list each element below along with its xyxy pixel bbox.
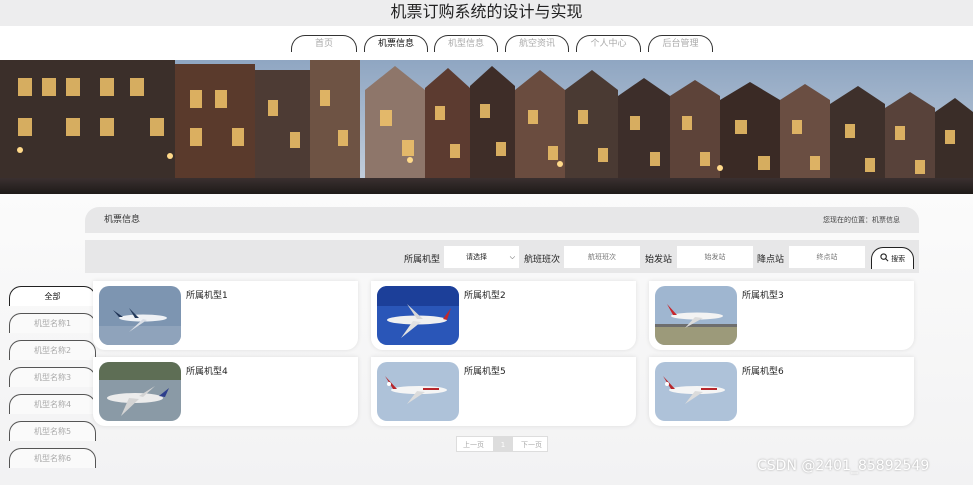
sidebar-item-all[interactable]: 全部 [9, 286, 96, 306]
origin-input[interactable] [677, 246, 753, 268]
page-title: 机票订购系统的设计与实现 [390, 2, 583, 21]
sidebar-item-model1[interactable]: 机型名称1 [9, 313, 96, 333]
nav-home[interactable]: 首页 [291, 35, 357, 52]
search-button-label: 搜索 [891, 255, 906, 263]
plane-image [377, 362, 459, 421]
nav-bar: 首页 机票信息 机型信息 航空资讯 个人中心 后台管理 [0, 26, 973, 60]
nav-aviation-news[interactable]: 航空资讯 [505, 35, 569, 52]
pagination: 上一页 1 下一页 [456, 436, 548, 452]
origin-label: 始发站 [645, 255, 673, 265]
ticket-card[interactable]: 所属机型1 [93, 281, 358, 350]
flight-input[interactable] [564, 246, 640, 268]
search-icon [880, 253, 889, 262]
ticket-card[interactable]: 所属机型4 [93, 357, 358, 426]
sidebar-item-model3[interactable]: 机型名称3 [9, 367, 96, 387]
ticket-card[interactable]: 所属机型3 [649, 281, 914, 350]
sidebar-item-model4[interactable]: 机型名称4 [9, 394, 96, 414]
card-label: 所属机型6 [742, 367, 784, 377]
search-button[interactable]: 搜索 [871, 247, 914, 269]
nav-admin[interactable]: 后台管理 [648, 35, 713, 52]
card-label: 所属机型1 [186, 291, 228, 301]
card-label: 所属机型4 [186, 367, 228, 377]
nav-personal-center[interactable]: 个人中心 [576, 35, 641, 52]
plane-image [99, 286, 181, 345]
breadcrumb-title: 机票信息 [104, 215, 141, 225]
card-label: 所属机型2 [464, 291, 506, 301]
model-select-value: 请选择 [466, 253, 487, 261]
flight-label: 航班班次 [524, 255, 561, 265]
header-bar: 机票订购系统的设计与实现 [0, 0, 973, 26]
current-page[interactable]: 1 [493, 437, 513, 451]
dest-input[interactable] [789, 246, 865, 268]
chevron-down-icon: ⌵ [509, 253, 515, 261]
nav-model-info[interactable]: 机型信息 [434, 35, 498, 52]
card-label: 所属机型3 [742, 291, 784, 301]
model-label: 所属机型 [404, 255, 441, 265]
banner-image [0, 60, 973, 194]
plane-image [377, 286, 459, 345]
prev-page-button[interactable]: 上一页 [463, 437, 484, 453]
breadcrumb-location: 您现在的位置：机票信息 [823, 216, 900, 224]
card-label: 所属机型5 [464, 367, 506, 377]
model-select[interactable]: 请选择 ⌵ [444, 246, 519, 268]
watermark: CSDN @2401_85892549 [757, 458, 930, 474]
nav-ticket-info[interactable]: 机票信息 [364, 35, 428, 52]
next-page-button[interactable]: 下一页 [521, 437, 542, 453]
sidebar-item-model6[interactable]: 机型名称6 [9, 448, 96, 468]
plane-image [655, 286, 737, 345]
ticket-card[interactable]: 所属机型6 [649, 357, 914, 426]
ticket-card[interactable]: 所属机型2 [371, 281, 636, 350]
sidebar-item-model2[interactable]: 机型名称2 [9, 340, 96, 360]
breadcrumb: 机票信息 您现在的位置：机票信息 [85, 207, 919, 233]
plane-image [99, 362, 181, 421]
sidebar-item-model5[interactable]: 机型名称5 [9, 421, 96, 441]
dest-label: 降点站 [757, 255, 785, 265]
plane-image [655, 362, 737, 421]
ticket-card[interactable]: 所属机型5 [371, 357, 636, 426]
